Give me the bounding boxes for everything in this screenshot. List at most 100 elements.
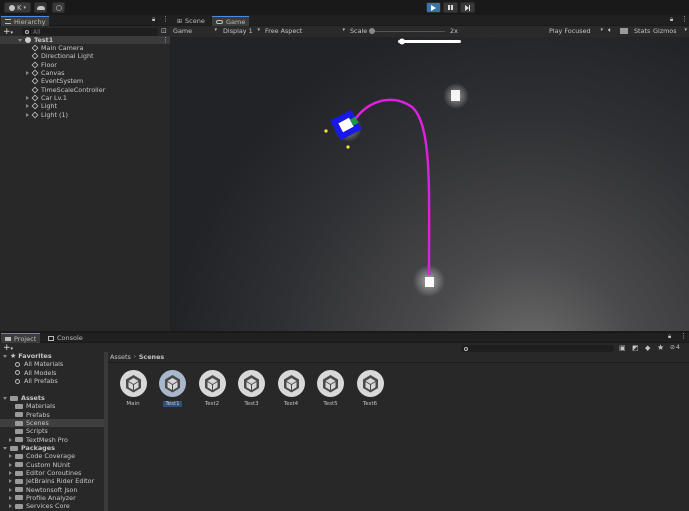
expand-arrow-icon[interactable] bbox=[9, 504, 12, 509]
tree-item-jetbrains-rider-editor[interactable]: JetBrains Rider Editor bbox=[9, 477, 94, 485]
hierarchy-item[interactable]: Canvas bbox=[26, 69, 64, 77]
tree-item-editor-coroutines[interactable]: Editor Coroutines bbox=[9, 469, 81, 477]
scene-row[interactable]: Test1 ⋮ bbox=[0, 36, 170, 44]
folder-icon bbox=[15, 403, 23, 409]
kebab-menu-icon[interactable]: ⋮ bbox=[681, 15, 688, 23]
tab-console[interactable]: Console bbox=[44, 333, 87, 343]
tree-item-all-materials[interactable]: All Materials bbox=[15, 360, 63, 368]
shortcuts-icon[interactable] bbox=[620, 28, 628, 34]
lock-icon[interactable]: 🔒︎ bbox=[152, 16, 155, 24]
kebab-menu-icon[interactable]: ⋮ bbox=[680, 332, 687, 340]
hierarchy-item[interactable]: Main Camera bbox=[31, 44, 83, 52]
scene-asset[interactable]: Test3 bbox=[235, 370, 269, 407]
scene-visibility-icon[interactable]: ⊡ bbox=[161, 27, 167, 35]
tree-item-all-models[interactable]: All Models bbox=[15, 369, 56, 377]
hierarchy-item[interactable]: EventSystem bbox=[31, 77, 83, 85]
expand-arrow-icon[interactable] bbox=[3, 396, 7, 400]
game-viewport[interactable] bbox=[170, 37, 689, 331]
expand-arrow-icon[interactable] bbox=[26, 95, 29, 100]
scene-asset[interactable]: Test6 bbox=[353, 370, 387, 407]
lock-icon[interactable]: 🔒︎ bbox=[670, 16, 673, 24]
cloud-button[interactable] bbox=[34, 2, 47, 13]
tab-project[interactable]: Project bbox=[1, 333, 41, 343]
tree-item-scripts[interactable]: Scripts bbox=[9, 427, 48, 435]
scene-asset[interactable]: Test1 bbox=[156, 370, 190, 407]
hierarchy-item[interactable]: Floor bbox=[31, 61, 57, 69]
display-dropdown[interactable]: Display 1 ▾ bbox=[223, 27, 260, 35]
expand-arrow-icon[interactable] bbox=[9, 487, 12, 492]
scene-asset[interactable]: Main bbox=[116, 370, 150, 407]
tree-item-prefabs[interactable]: Prefabs bbox=[9, 411, 50, 419]
expand-arrow-icon[interactable] bbox=[9, 437, 12, 442]
scene-menu-icon[interactable]: ⋮ bbox=[162, 36, 169, 44]
tree-item-all-prefabs[interactable]: All Prefabs bbox=[15, 377, 58, 385]
tab-scene[interactable]: ⊞ Scene bbox=[173, 16, 209, 26]
stats-button[interactable]: Stats bbox=[634, 27, 650, 35]
gameobject-cube-icon bbox=[31, 102, 39, 110]
hierarchy-item[interactable]: Car Lv.1 bbox=[26, 94, 67, 102]
tab-game[interactable]: Game bbox=[212, 16, 250, 26]
expand-arrow-icon[interactable] bbox=[9, 454, 12, 459]
expand-arrow-icon[interactable] bbox=[9, 462, 12, 467]
tree-item-profile-analyzer[interactable]: Profile Analyzer bbox=[9, 494, 76, 502]
pause-button[interactable] bbox=[443, 2, 458, 13]
scene-asset[interactable]: Test4 bbox=[274, 370, 308, 407]
tree-item-code-coverage[interactable]: Code Coverage bbox=[9, 452, 75, 460]
time-scale-slider[interactable] bbox=[398, 40, 461, 43]
scene-asset[interactable]: Test2 bbox=[195, 370, 229, 407]
tree-section-packages[interactable]: Packages bbox=[3, 444, 55, 452]
hidden-packages-counter[interactable]: ⊘ 4 bbox=[670, 344, 680, 351]
hierarchy-item[interactable]: Light bbox=[26, 102, 57, 110]
breadcrumb-scenes[interactable]: Scenes bbox=[139, 353, 164, 361]
display-mode-dropdown[interactable]: Game ▾ bbox=[173, 27, 217, 35]
tree-section-assets[interactable]: Assets bbox=[3, 394, 45, 402]
tree-item-newtonsoft-json[interactable]: Newtonsoft Json bbox=[9, 486, 78, 494]
expand-arrow-icon[interactable] bbox=[26, 71, 29, 76]
tree-item-custom-nunit[interactable]: Custom NUnit bbox=[9, 461, 70, 469]
tree-item-scenes[interactable]: Scenes bbox=[9, 419, 49, 427]
hierarchy-search-input[interactable]: All bbox=[22, 28, 158, 36]
project-search-input[interactable] bbox=[461, 345, 614, 352]
scale-slider[interactable] bbox=[370, 31, 445, 32]
star-icon[interactable]: ★ bbox=[657, 343, 664, 352]
hierarchy-item[interactable]: TimeScaleController bbox=[31, 86, 105, 94]
hierarchy-item[interactable]: Light (1) bbox=[26, 110, 68, 119]
tree-item-materials[interactable]: Materials bbox=[9, 402, 55, 410]
expand-arrow-icon[interactable] bbox=[26, 112, 29, 117]
expand-arrow-icon[interactable] bbox=[26, 104, 29, 109]
scene-asset[interactable]: Test5 bbox=[314, 370, 348, 407]
step-button[interactable] bbox=[460, 2, 475, 13]
kebab-menu-icon[interactable]: ⋮ bbox=[162, 15, 169, 23]
expand-arrow-icon[interactable] bbox=[3, 354, 7, 358]
aspect-dropdown[interactable]: Free Aspect ▾ bbox=[265, 27, 345, 35]
play-mode-dropdown[interactable]: Play Focused ▾ bbox=[549, 27, 603, 35]
folder-icon bbox=[10, 395, 18, 401]
lock-icon[interactable]: 🔒︎ bbox=[668, 333, 671, 341]
expand-arrow-icon[interactable] bbox=[9, 471, 12, 476]
play-button[interactable] bbox=[426, 2, 441, 13]
tree-section-favorites[interactable]: ★ Favorites bbox=[3, 352, 52, 360]
expand-arrow-icon[interactable] bbox=[18, 38, 22, 42]
tree-scrollbar[interactable] bbox=[104, 352, 108, 511]
aspect-label: Free Aspect bbox=[265, 27, 303, 35]
account-button[interactable]: K ▾ bbox=[4, 2, 31, 13]
expand-arrow-icon[interactable] bbox=[9, 479, 12, 484]
search-by-label-icon[interactable]: ◩ bbox=[632, 344, 639, 352]
hierarchy-item[interactable]: Directional Light bbox=[31, 52, 94, 60]
tree-item-textmesh-pro[interactable]: TextMesh Pro bbox=[9, 436, 68, 444]
expand-arrow-icon[interactable] bbox=[3, 446, 7, 450]
packages-title: Packages bbox=[21, 444, 55, 453]
scale-slider-handle[interactable] bbox=[369, 28, 375, 34]
gizmos-dropdown[interactable]: Gizmos ▾ bbox=[653, 27, 687, 35]
breadcrumb-assets[interactable]: Assets bbox=[110, 353, 131, 361]
chevron-right-icon: › bbox=[133, 354, 136, 360]
chevron-down-icon: ▾ bbox=[684, 27, 687, 33]
tab-hierarchy[interactable]: Hierarchy bbox=[1, 16, 50, 26]
time-scale-slider-handle[interactable] bbox=[399, 38, 405, 45]
tree-item-services-core[interactable]: Services Core bbox=[9, 502, 70, 510]
collab-button[interactable] bbox=[52, 2, 65, 13]
tag-icon[interactable]: ◆ bbox=[645, 344, 650, 352]
mute-audio-icon[interactable]: 🔈︎ bbox=[608, 26, 612, 35]
expand-arrow-icon[interactable] bbox=[9, 495, 12, 500]
search-by-type-icon[interactable]: ▣ bbox=[619, 344, 626, 352]
